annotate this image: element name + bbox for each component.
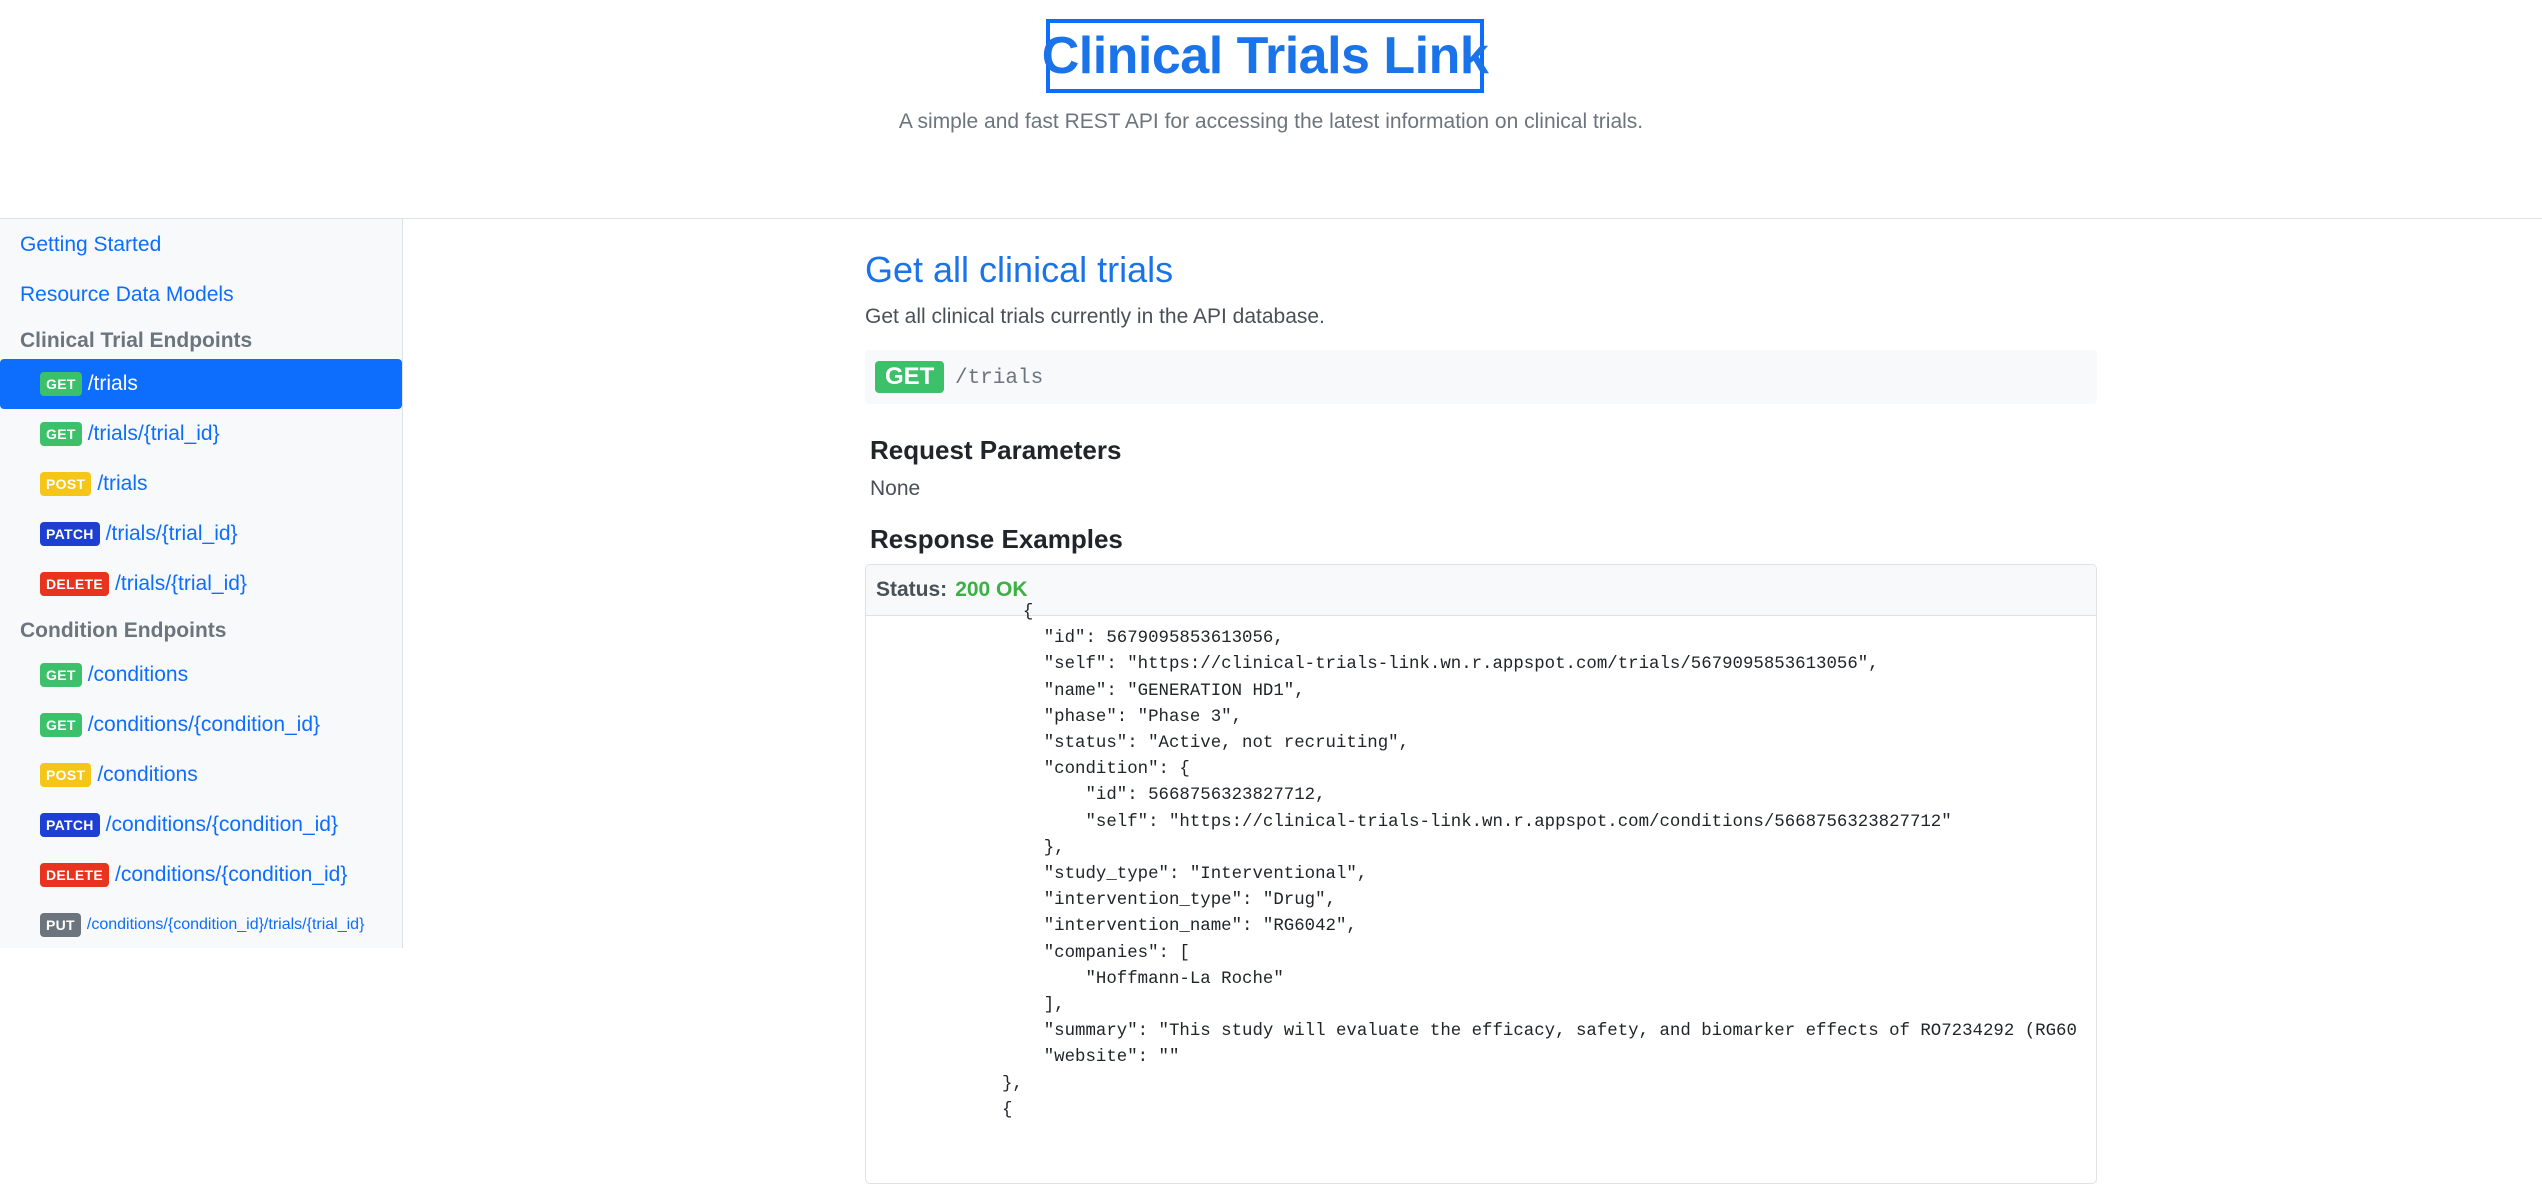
sidebar-item-patch-trial[interactable]: PATCH /trials/{trial_id}	[0, 509, 402, 559]
sidebar-heading-condition-endpoints: Condition Endpoints	[20, 619, 227, 642]
method-badge-get: GET	[40, 713, 82, 737]
request-parameters-value: None	[870, 477, 921, 500]
endpoint-title: Get all clinical trials	[865, 249, 1174, 290]
status-label: Status:	[876, 578, 948, 601]
sidebar-item-path: /conditions	[97, 763, 198, 786]
endpoint-description: Get all clinical trials currently in the…	[865, 305, 1325, 328]
response-examples-heading: Response Examples	[870, 524, 1123, 554]
method-badge-post: POST	[40, 763, 92, 787]
sidebar-item-path: /trials/{trial_id}	[105, 522, 238, 545]
sidebar-item-path: /conditions/{condition_id}/trials/{trial…	[86, 916, 365, 933]
sidebar-item-get-trial-by-id[interactable]: GET /trials/{trial_id}	[0, 409, 402, 459]
sidebar-item-patch-condition[interactable]: PATCH /conditions/{condition_id}	[0, 800, 402, 850]
sidebar-item-path: /conditions/{condition_id}	[115, 863, 348, 886]
sidebar-item-get-condition-by-id[interactable]: GET /conditions/{condition_id}	[0, 700, 402, 750]
method-badge-patch: PATCH	[40, 813, 100, 837]
method-badge-delete: DELETE	[40, 572, 110, 596]
sidebar-item-get-conditions[interactable]: GET /conditions	[0, 650, 402, 700]
method-badge-get: GET	[875, 361, 945, 393]
sidebar-heading-clinical-trial-endpoints: Clinical Trial Endpoints	[20, 329, 253, 352]
site-title-box: Clinical Trials Link	[1042, 19, 1489, 93]
sidebar-item-path: /conditions/{condition_id}	[87, 713, 321, 736]
request-parameters-heading: Request Parameters	[870, 435, 1122, 465]
sidebar: Getting Started Resource Data Models Cli…	[0, 219, 403, 948]
sidebar-item-post-conditions[interactable]: POST /conditions	[0, 750, 402, 800]
sidebar-item-post-trials[interactable]: POST /trials	[0, 459, 402, 509]
sidebar-item-delete-trial[interactable]: DELETE /trials/{trial_id}	[0, 559, 402, 609]
method-badge-get: GET	[40, 422, 82, 446]
sidebar-item-put-condition-trial[interactable]: PUT /conditions/{condition_id}/trials/{t…	[0, 900, 402, 948]
sidebar-item-path: /trials/{trial_id}	[115, 572, 247, 595]
endpoint-bar	[865, 350, 2097, 404]
endpoint-path: /trials	[955, 367, 1044, 390]
status-value: 200 OK	[955, 578, 1028, 601]
site-subtitle: A simple and fast REST API for accessing…	[898, 110, 1644, 133]
method-badge-get: GET	[40, 372, 82, 396]
sidebar-item-path: /conditions	[87, 663, 189, 686]
method-badge-patch: PATCH	[40, 522, 100, 546]
method-badge-put: PUT	[40, 913, 81, 937]
sidebar-item-path: /trials	[87, 372, 138, 395]
page-header: Clinical Trials Link A simple and fast R…	[0, 0, 2542, 219]
sidebar-item-path: /conditions/{condition_id}	[105, 813, 338, 836]
response-json-body: { "id": 5679095853613056, "self": "https…	[1002, 603, 2077, 1120]
sidebar-link-getting-started[interactable]: Getting Started	[20, 233, 161, 257]
response-example-card: Status: 200 OK { "id": 5679095853613056,…	[865, 564, 2097, 1184]
site-title: Clinical Trials Link	[1041, 27, 1489, 85]
sidebar-link-resource-data-models[interactable]: Resource Data Models	[20, 283, 234, 307]
sidebar-item-get-trials[interactable]: GET /trials	[0, 359, 402, 409]
method-badge-delete: DELETE	[40, 863, 110, 887]
sidebar-item-path: /trials	[97, 472, 148, 495]
method-badge-get: GET	[40, 663, 82, 687]
method-badge-post: POST	[40, 472, 92, 496]
sidebar-item-delete-condition[interactable]: DELETE /conditions/{condition_id}	[0, 850, 402, 900]
sidebar-item-path: /trials/{trial_id}	[87, 422, 220, 445]
